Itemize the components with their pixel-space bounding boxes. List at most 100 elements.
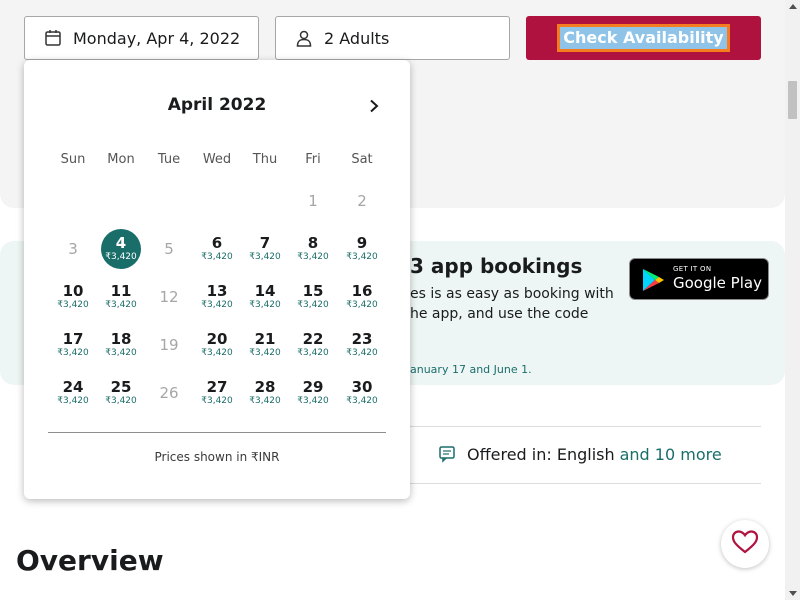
day-number: 6 xyxy=(211,234,223,252)
day-number: 30 xyxy=(351,378,373,396)
weekday-label: Wed xyxy=(202,152,232,167)
calendar-day[interactable]: 29 ₹3,420 xyxy=(293,373,333,413)
language-offer: Offered in: English and 10 more xyxy=(438,444,722,464)
calendar-day[interactable]: 18 ₹3,420 xyxy=(101,325,141,365)
more-languages-link[interactable]: and 10 more xyxy=(620,445,722,464)
calendar-icon xyxy=(43,28,63,48)
day-price: ₹3,420 xyxy=(105,252,137,262)
day-number: 2 xyxy=(357,192,367,210)
offered-languages-label: Offered in: English xyxy=(467,444,615,464)
promo-fine-print: anuary 17 and June 1. xyxy=(410,363,532,376)
day-price: ₹3,420 xyxy=(249,300,281,310)
day-price: ₹3,420 xyxy=(346,348,378,358)
day-number: 14 xyxy=(254,282,276,300)
next-month-button[interactable] xyxy=(362,94,386,118)
overview-heading: Overview xyxy=(16,544,164,577)
day-number: 21 xyxy=(254,330,276,348)
check-availability-label: Check Availability xyxy=(557,24,730,52)
day-number: 9 xyxy=(356,234,368,252)
person-icon xyxy=(294,28,314,48)
calendar-day[interactable]: 16 ₹3,420 xyxy=(342,277,382,317)
chevron-right-icon xyxy=(370,99,379,113)
calendar-day: 3 xyxy=(53,229,93,269)
scroll-thumb[interactable] xyxy=(788,81,797,119)
day-number: 26 xyxy=(159,384,179,402)
calendar-day: 5 xyxy=(149,229,189,269)
day-price: ₹3,420 xyxy=(297,252,329,262)
calendar-day[interactable]: 28 ₹3,420 xyxy=(245,373,285,413)
weekday-label: Thu xyxy=(252,152,278,167)
weekday-label: Sat xyxy=(351,152,373,167)
calendar-day: 1 xyxy=(293,181,333,221)
guest-count-field[interactable]: 2 Adults xyxy=(275,16,510,60)
day-price: ₹3,420 xyxy=(201,300,233,310)
calendar-day[interactable]: 25 ₹3,420 xyxy=(101,373,141,413)
price-currency-note: Prices shown in ₹INR xyxy=(154,450,280,464)
day-price: ₹3,420 xyxy=(105,396,137,406)
day-price: ₹3,420 xyxy=(249,348,281,358)
calendar-day[interactable]: 9 ₹3,420 xyxy=(342,229,382,269)
calendar-day[interactable]: 22 ₹3,420 xyxy=(293,325,333,365)
google-play-badge[interactable]: GET IT ON Google Play xyxy=(629,258,769,300)
calendar-day: 2 xyxy=(342,181,382,221)
calendar-divider xyxy=(48,432,386,433)
guest-field-value: 2 Adults xyxy=(324,28,390,48)
calendar-day[interactable]: 27 ₹3,420 xyxy=(197,373,237,413)
calendar-day[interactable]: 10 ₹3,420 xyxy=(53,277,93,317)
check-availability-button[interactable]: Check Availability xyxy=(526,16,761,60)
heart-icon xyxy=(731,529,759,559)
day-number: 8 xyxy=(307,234,319,252)
calendar-day[interactable]: 11 ₹3,420 xyxy=(101,277,141,317)
date-field-value: Monday, Apr 4, 2022 xyxy=(73,28,241,48)
day-number: 19 xyxy=(159,336,179,354)
calendar-day: 12 xyxy=(149,277,189,317)
calendar-day[interactable]: 8 ₹3,420 xyxy=(293,229,333,269)
day-price: ₹3,420 xyxy=(346,396,378,406)
day-price: ₹3,420 xyxy=(57,396,89,406)
promo-title: 3 app bookings xyxy=(410,254,583,278)
calendar-day: 19 xyxy=(149,325,189,365)
date-picker-field[interactable]: Monday, Apr 4, 2022 xyxy=(24,16,259,60)
day-price: ₹3,420 xyxy=(105,300,137,310)
weekday-label: Sun xyxy=(60,152,86,167)
calendar-day[interactable]: 23 ₹3,420 xyxy=(342,325,382,365)
weekday-label: Fri xyxy=(305,152,321,167)
day-number: 3 xyxy=(68,240,78,258)
chat-bubble-icon xyxy=(438,444,458,464)
day-number: 7 xyxy=(259,234,271,252)
day-number: 23 xyxy=(351,330,373,348)
day-price: ₹3,420 xyxy=(297,300,329,310)
day-number: 15 xyxy=(302,282,324,300)
calendar-day[interactable]: 7 ₹3,420 xyxy=(245,229,285,269)
calendar-day[interactable]: 14 ₹3,420 xyxy=(245,277,285,317)
day-number: 10 xyxy=(62,282,84,300)
calendar-day-selected[interactable]: 4 ₹3,420 xyxy=(101,229,141,269)
day-price: ₹3,420 xyxy=(105,348,137,358)
day-number: 18 xyxy=(110,330,132,348)
calendar-day[interactable]: 13 ₹3,420 xyxy=(197,277,237,317)
calendar-day[interactable]: 6 ₹3,420 xyxy=(197,229,237,269)
day-number: 22 xyxy=(302,330,324,348)
day-number: 13 xyxy=(206,282,228,300)
day-number: 5 xyxy=(164,240,174,258)
day-price: ₹3,420 xyxy=(201,396,233,406)
day-number: 27 xyxy=(206,378,228,396)
page-scrollbar[interactable] xyxy=(785,0,800,600)
calendar-day[interactable]: 17 ₹3,420 xyxy=(53,325,93,365)
calendar-day[interactable]: 21 ₹3,420 xyxy=(245,325,285,365)
favorite-button[interactable] xyxy=(721,520,769,568)
calendar-day[interactable]: 15 ₹3,420 xyxy=(293,277,333,317)
scroll-up-arrow[interactable] xyxy=(789,4,797,9)
day-number: 4 xyxy=(115,234,127,252)
scroll-down-arrow[interactable] xyxy=(789,591,797,596)
calendar-day[interactable]: 20 ₹3,420 xyxy=(197,325,237,365)
day-number: 20 xyxy=(206,330,228,348)
day-price: ₹3,420 xyxy=(201,348,233,358)
promo-body: es is as easy as booking with he app, an… xyxy=(410,286,614,322)
calendar-day[interactable]: 30 ₹3,420 xyxy=(342,373,382,413)
day-number: 29 xyxy=(302,378,324,396)
day-price: ₹3,420 xyxy=(201,252,233,262)
date-picker-popover: April 2022 Sun Mon Tue Wed Thu Fri Sat 1 2 3 4 ₹3,… xyxy=(24,60,410,499)
calendar-month-title: April 2022 xyxy=(167,95,267,115)
calendar-day[interactable]: 24 ₹3,420 xyxy=(53,373,93,413)
